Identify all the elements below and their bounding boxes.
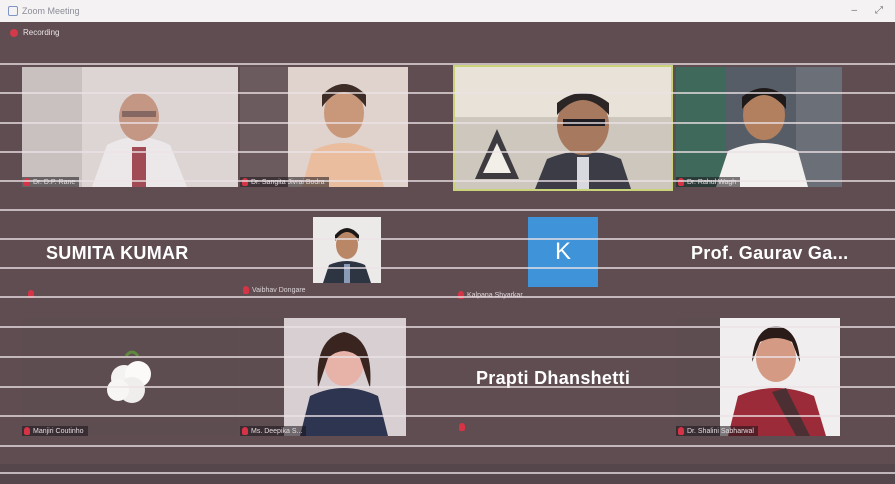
- scan-line: [0, 151, 895, 153]
- muted-mic-icon: [459, 423, 465, 431]
- participant-name-only[interactable]: Prof. Gaurav Ga...: [691, 243, 848, 264]
- participant-name: Ms. Deepika S...: [251, 427, 303, 435]
- participant-tile-manjiri[interactable]: Manjiri Coutinho: [22, 318, 238, 436]
- scan-line: [0, 209, 895, 211]
- minimize-icon[interactable]: –: [851, 5, 857, 16]
- participant-name: Dr. Shalini Sabharwal: [687, 427, 754, 435]
- muted-mic-icon: [243, 286, 249, 294]
- participant-video: [676, 318, 842, 436]
- participant-avatar-k[interactable]: K: [528, 217, 598, 287]
- participant-name-tag: Dr. D.P. Rane: [22, 177, 80, 187]
- scan-line: [0, 445, 895, 447]
- window-controls: – ⤢: [851, 5, 883, 16]
- participant-name-tag: Dr. Sangita Jivrai Bodra: [240, 177, 329, 187]
- window-title: Zoom Meeting: [22, 6, 80, 16]
- scan-line: [0, 238, 895, 240]
- participant-name: Manjiri Coutinho: [33, 427, 84, 435]
- fullscreen-icon[interactable]: ⤢: [875, 5, 883, 16]
- participant-video: [240, 318, 406, 436]
- participant-tile-rahul-wagh[interactable]: Dr. Rahul Wagh: [676, 67, 842, 187]
- scan-line: [0, 92, 895, 94]
- scan-line: [0, 356, 895, 358]
- scan-line: [0, 386, 895, 388]
- gallery-view: Recording Dr. D.P. Rane Dr. Sangita Jivr…: [0, 22, 895, 484]
- participant-name-tag: Vaibhav Dongare: [243, 286, 306, 294]
- zoom-app-icon: [8, 6, 18, 16]
- participant-tile-deepika[interactable]: Ms. Deepika S...: [240, 318, 406, 436]
- participant-tile-sangita[interactable]: Dr. Sangita Jivrai Bodra: [240, 67, 408, 187]
- scan-line: [0, 122, 895, 124]
- participant-video: [676, 67, 842, 187]
- scan-line: [0, 63, 895, 65]
- participant-video: [22, 318, 238, 436]
- participant-name-tag: Dr. Shalini Sabharwal: [676, 426, 758, 436]
- scan-line: [0, 472, 895, 474]
- muted-mic-icon: [242, 427, 248, 435]
- participant-name-tag: Dr. Rahul Wagh: [676, 177, 741, 187]
- recording-indicator[interactable]: Recording: [10, 28, 59, 37]
- muted-mic-icon: [24, 427, 30, 435]
- participant-name-tag: Ms. Deepika S...: [240, 426, 307, 436]
- participant-tile-vaibhav[interactable]: [313, 217, 381, 283]
- participant-tile-dp-rane[interactable]: Dr. D.P. Rane: [22, 67, 238, 187]
- scan-line: [0, 267, 895, 269]
- participant-video: [22, 67, 238, 187]
- scan-line: [0, 180, 895, 182]
- participant-video: [240, 67, 408, 187]
- participant-name: Vaibhav Dongare: [252, 286, 306, 294]
- scan-line: [0, 415, 895, 417]
- participant-video: [455, 67, 671, 189]
- scan-line: [0, 296, 895, 298]
- muted-mic-icon: [678, 427, 684, 435]
- participant-name-only[interactable]: SUMITA KUMAR: [46, 243, 189, 264]
- participant-tile-active-speaker[interactable]: [453, 65, 673, 191]
- muted-indicator: [459, 423, 465, 431]
- scan-line: [0, 326, 895, 328]
- participant-video: [313, 217, 381, 283]
- participant-name-tag: Manjiri Coutinho: [22, 426, 88, 436]
- record-icon: [10, 28, 18, 37]
- window-titlebar: Zoom Meeting – ⤢: [0, 0, 895, 22]
- participant-tile-shalini[interactable]: Dr. Shalini Sabharwal: [676, 318, 842, 436]
- recording-label: Recording: [23, 28, 60, 37]
- meeting-bottom-strip: [0, 464, 895, 484]
